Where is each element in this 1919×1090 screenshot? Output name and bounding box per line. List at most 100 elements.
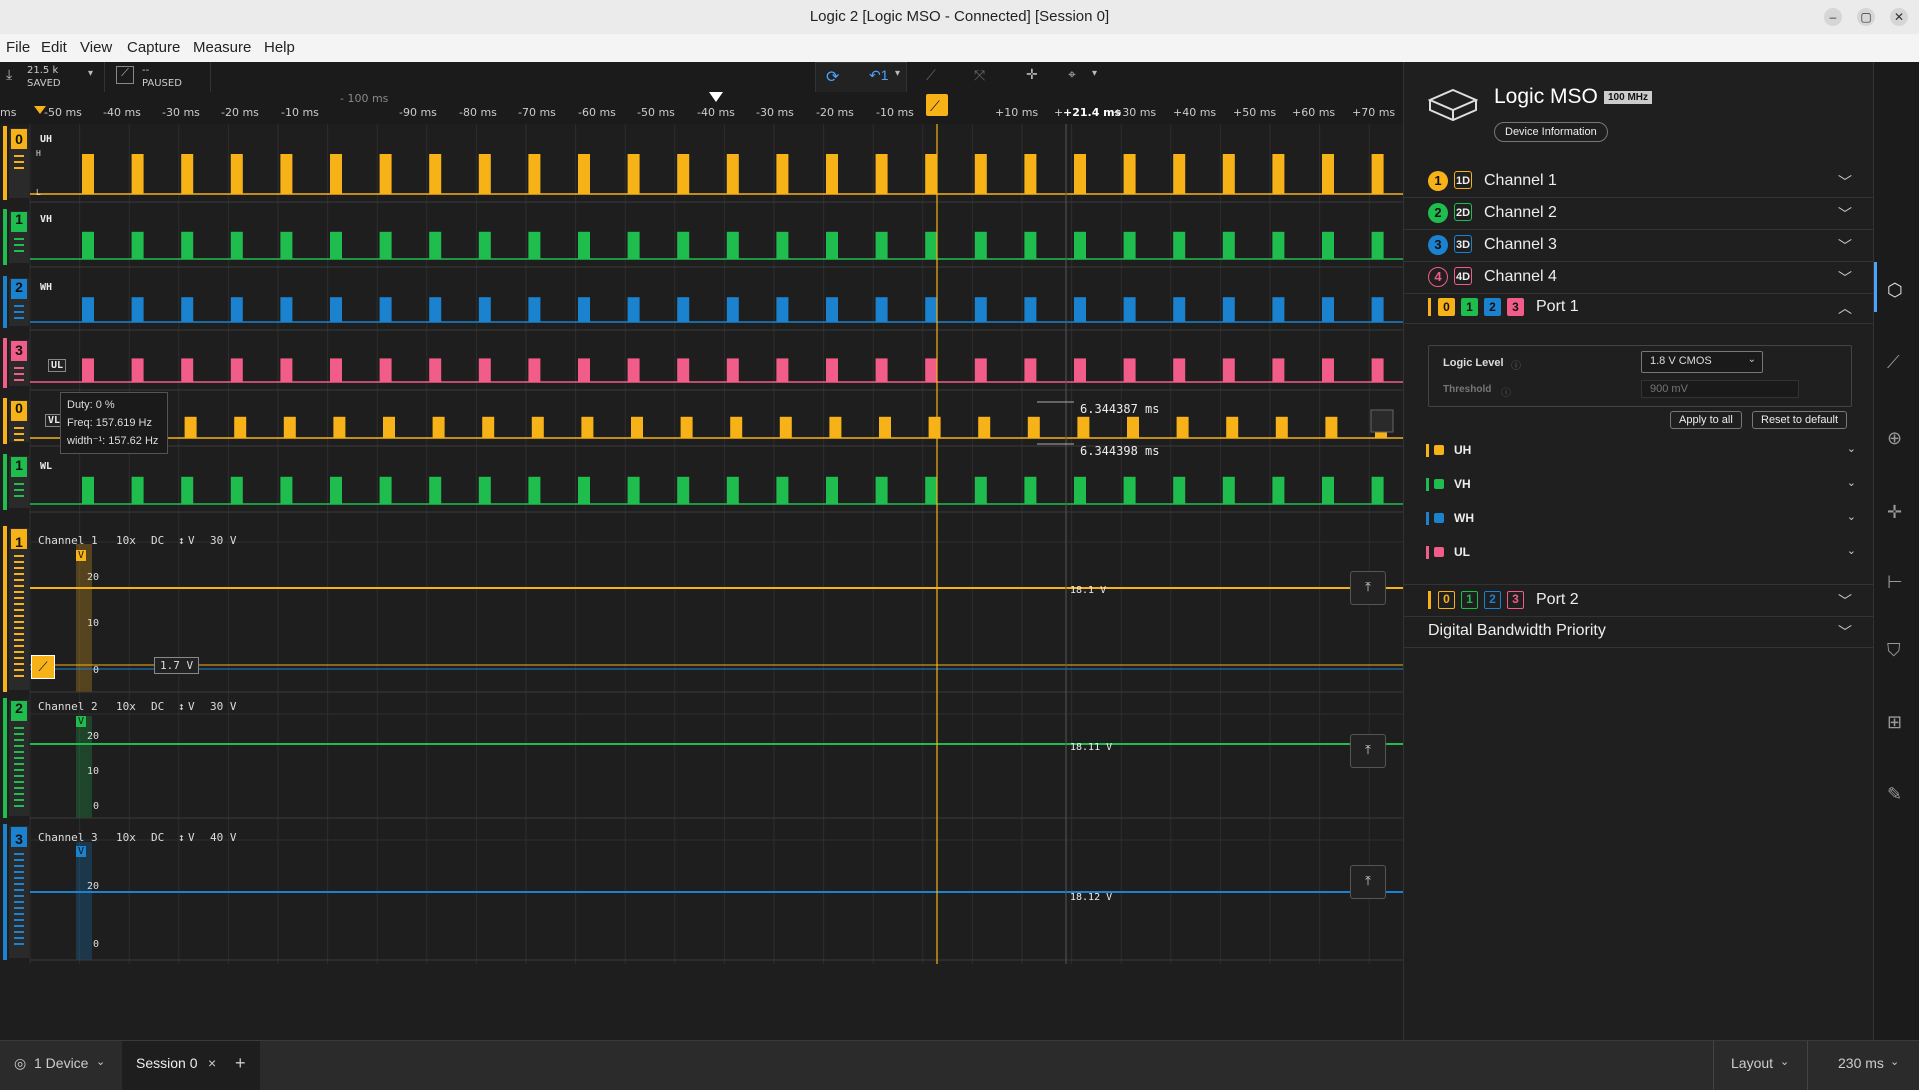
chevron-down-icon[interactable]: ⌄ xyxy=(1847,442,1856,455)
channel-row-2[interactable]: 2 2D Channel 2 ﹀ xyxy=(1404,198,1874,230)
loop-icon[interactable]: ⟳ xyxy=(826,67,839,87)
extensions-icon[interactable]: ⊞ xyxy=(1887,712,1902,733)
add-tab-button[interactable]: + xyxy=(235,1053,246,1074)
range-setting[interactable]: 40 V xyxy=(210,831,237,844)
signal-pulse xyxy=(578,358,590,382)
trigger-edge-icon[interactable]: ⟋ xyxy=(926,67,936,84)
vertical-icon[interactable]: ↕ xyxy=(178,700,185,713)
timing-markers-icon[interactable]: ⊢ xyxy=(1887,572,1903,593)
layout-button[interactable]: Layout xyxy=(1731,1055,1773,1071)
port1-row[interactable]: 0 1 2 3 Port 1 ︿ xyxy=(1404,292,1874,324)
chevron-down-icon[interactable]: ⌄ xyxy=(1890,1055,1899,1068)
timescale-label[interactable]: 230 ms xyxy=(1838,1055,1884,1071)
menu-capture[interactable]: Capture xyxy=(127,39,180,56)
minimize-icon[interactable]: – xyxy=(1824,8,1842,26)
signal-row-vh[interactable]: VH ⌄ xyxy=(1426,471,1856,499)
signal-pulse xyxy=(1272,358,1285,382)
measurements-icon[interactable]: ✛ xyxy=(1887,502,1902,523)
signal-label-wh[interactable]: WH xyxy=(40,282,52,293)
menu-measure[interactable]: Measure xyxy=(193,39,251,56)
menu-edit[interactable]: Edit xyxy=(41,39,67,56)
chevron-down-icon[interactable]: ﹀ xyxy=(1838,591,1852,611)
close-tab-icon[interactable]: × xyxy=(208,1055,216,1071)
chevron-down-icon[interactable]: ⌄ xyxy=(1847,476,1856,489)
device-count[interactable]: 1 Device xyxy=(34,1055,88,1071)
zoom-icon[interactable]: ⌖ xyxy=(1068,66,1076,83)
cursor-icon[interactable]: ↶1 xyxy=(869,67,889,84)
chevron-down-icon[interactable]: ﹀ xyxy=(1838,204,1852,224)
chevron-up-icon[interactable]: ︿ xyxy=(1838,298,1852,318)
autoscale-button[interactable]: ⤒ xyxy=(1350,571,1386,605)
channel-row-3[interactable]: 3 3D Channel 3 ﹀ xyxy=(1404,230,1874,262)
chevron-down-icon[interactable]: ﹀ xyxy=(1838,172,1852,192)
menu-help[interactable]: Help xyxy=(264,39,295,56)
autoscale-button[interactable]: ⤒ xyxy=(1350,865,1386,899)
apply-to-all-button[interactable]: Apply to all xyxy=(1670,411,1742,429)
maximize-icon[interactable]: ▢ xyxy=(1857,8,1875,26)
vertical-icon[interactable]: ↕ xyxy=(178,831,185,844)
analog-channel-name[interactable]: Channel 2 xyxy=(38,700,98,713)
autoscale-button[interactable]: ⤒ xyxy=(1350,734,1386,768)
measure-icon[interactable]: ✛ xyxy=(1026,66,1038,83)
marker-icon[interactable]: ⛉ xyxy=(1887,640,1901,661)
chevron-down-icon[interactable]: ﹀ xyxy=(1838,622,1852,642)
channel-row-4[interactable]: 4 4D Channel 4 ﹀ xyxy=(1404,262,1874,294)
device-icon xyxy=(1427,88,1479,122)
trigger-level-label[interactable]: 1.7 V xyxy=(154,657,200,674)
chevron-down-icon[interactable]: ﹀ xyxy=(1838,268,1852,288)
waveform-area[interactable]: 0 UH 1 VH 2 WH 3 UL 0 VL 1 WL H L Duty: … xyxy=(0,124,1403,964)
signal-pulse xyxy=(978,416,991,438)
trigger-level-icon[interactable]: ⟋ xyxy=(31,655,55,679)
left-marker[interactable] xyxy=(34,106,46,114)
coupling-setting[interactable]: DC xyxy=(151,534,164,547)
signal-row-uh[interactable]: UH ⌄ xyxy=(1426,437,1856,465)
pulse-icon[interactable]: ⤧ xyxy=(974,67,985,84)
chevron-down-icon[interactable]: ⌄ xyxy=(96,1055,105,1068)
menu-view[interactable]: View xyxy=(80,39,112,56)
coupling-setting[interactable]: DC xyxy=(151,831,164,844)
signal-pulse xyxy=(875,358,888,382)
logic-level-select[interactable]: 1.8 V CMOS ⌄ xyxy=(1641,351,1763,373)
device-information-button[interactable]: Device Information xyxy=(1494,122,1608,142)
signal-pulse xyxy=(1322,476,1334,504)
signal-row-wh[interactable]: WH ⌄ xyxy=(1426,505,1856,533)
trigger-icon[interactable]: ⟋ xyxy=(1887,352,1900,373)
trigger-marker[interactable] xyxy=(709,92,723,102)
signal-label-uh[interactable]: UH xyxy=(40,134,52,145)
device-icon[interactable]: ⬡ xyxy=(1887,280,1903,301)
chevron-down-icon[interactable]: ⌄ xyxy=(1780,1055,1789,1068)
bandwidth-row[interactable]: Digital Bandwidth Priority ﹀ xyxy=(1404,616,1874,648)
probe-setting[interactable]: 10x xyxy=(116,831,136,844)
signal-row-ul[interactable]: UL ⌄ xyxy=(1426,539,1856,567)
probe-setting[interactable]: 10x xyxy=(116,534,136,547)
analog-channel-name[interactable]: Channel 3 xyxy=(38,831,98,844)
help-icon[interactable]: ⓘ xyxy=(1511,357,1521,372)
signal-label-ul[interactable]: UL xyxy=(48,359,67,372)
range-setting[interactable]: 30 V xyxy=(210,534,237,547)
signal-label-wl[interactable]: WL xyxy=(40,461,52,472)
range-setting[interactable]: 30 V xyxy=(210,700,237,713)
reset-to-default-button[interactable]: Reset to default xyxy=(1752,411,1848,429)
signal-pulse xyxy=(429,476,442,504)
menu-file[interactable]: File xyxy=(6,39,30,56)
notes-icon[interactable]: ✎ xyxy=(1887,784,1902,805)
chevron-down-icon[interactable]: ⌄ xyxy=(1847,510,1856,523)
signal-pulse xyxy=(478,231,491,259)
coupling-setting[interactable]: DC xyxy=(151,700,164,713)
chevron-down-icon[interactable]: ﹀ xyxy=(1838,236,1852,256)
analyzers-icon[interactable]: ⊕ xyxy=(1887,428,1902,449)
vertical-icon[interactable]: ↕ xyxy=(178,534,185,547)
analog-channel-name[interactable]: Channel 1 xyxy=(38,534,98,547)
chevron-down-icon[interactable]: ⌄ xyxy=(1847,544,1856,557)
close-icon[interactable]: ✕ xyxy=(1890,8,1908,26)
signal-label-vh[interactable]: VH xyxy=(40,214,52,225)
chevron-down-icon[interactable]: ▾ xyxy=(88,68,93,79)
probe-setting[interactable]: 10x xyxy=(116,700,136,713)
port2-row[interactable]: 0 1 2 3 Port 2 ﹀ xyxy=(1404,584,1874,617)
chevron-down-icon[interactable]: ▾ xyxy=(1092,68,1097,79)
time-ruler[interactable]: ms -50 ms -40 ms -30 ms -20 ms -10 ms - … xyxy=(0,92,1403,124)
threshold-input[interactable] xyxy=(1641,380,1799,398)
channel-row-1[interactable]: 1 1D Channel 1 ﹀ xyxy=(1404,166,1874,198)
trigger-icon[interactable]: ⟋ xyxy=(116,66,134,84)
chevron-down-icon[interactable]: ▾ xyxy=(895,68,900,79)
